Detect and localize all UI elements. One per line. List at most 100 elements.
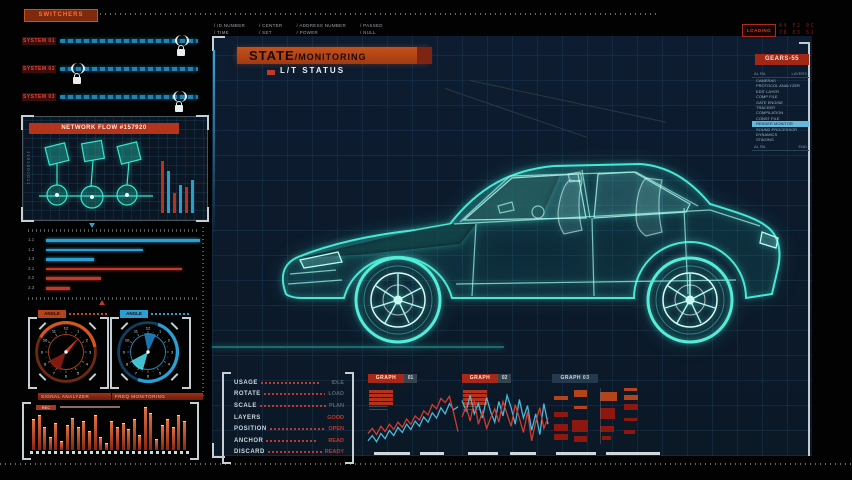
status-label: SCALE <box>234 403 257 409</box>
graph3-badge[interactable]: GRAPH 03 <box>552 374 598 383</box>
hbar-top-ruler <box>28 229 198 232</box>
hbar-row: 2.1 <box>28 265 204 274</box>
network-bar <box>161 161 164 213</box>
eq-bar <box>166 419 169 450</box>
gears-badge[interactable]: GEARS-55 <box>755 54 809 65</box>
header-title: STATE <box>249 48 295 63</box>
svg-text:12: 12 <box>64 325 68 330</box>
graph2-scrollbar[interactable] <box>468 452 498 455</box>
hbar-bottom-ruler <box>28 297 198 300</box>
graph3-title: GRAPH 03 <box>552 374 598 383</box>
meta-col: / ADDRESS NUMBER/ POWER <box>296 23 346 35</box>
status-label: USAGE <box>234 380 258 386</box>
hbar-bar <box>46 268 182 271</box>
eq-bar <box>43 427 46 450</box>
system-sliders: SYSTEM 01SYSTEM 02SYSTEM 03 <box>0 37 206 121</box>
status-leader <box>260 405 326 407</box>
graph2-number: 02 <box>498 374 511 383</box>
network-flow-bar-chart <box>161 137 203 213</box>
lock-icon[interactable] <box>73 77 81 84</box>
status-value: READY <box>325 449 344 455</box>
svg-text:7: 7 <box>135 370 137 375</box>
status-row: DISCARDREADY <box>234 447 344 459</box>
svg-text:2: 2 <box>86 337 88 342</box>
svg-text:3: 3 <box>171 349 174 354</box>
eq-bar <box>110 421 113 450</box>
status-bracket <box>345 372 354 464</box>
panel-corner-icon <box>799 42 810 44</box>
switcher-badge[interactable]: SWITCHERS <box>24 9 98 22</box>
slider-row: SYSTEM 02 <box>0 65 206 89</box>
network-bar <box>167 171 170 213</box>
graph2-title: GRAPH <box>462 374 498 383</box>
lock-icon[interactable] <box>177 49 185 56</box>
meta-row: / ID NUMBER/ TIME / CENTER/ SET / ADDRES… <box>214 23 383 35</box>
eq-bar <box>122 423 125 450</box>
graph2-badge[interactable]: GRAPH 02 <box>462 374 511 383</box>
ruler-marker-icon[interactable] <box>89 223 95 228</box>
slider-handle[interactable] <box>175 35 189 46</box>
corner-bracket-icon <box>196 115 209 130</box>
eq-bar <box>183 421 186 450</box>
hbar-row: 1.3 <box>28 255 204 264</box>
network-flow-title: NETWORK FLOW #157920 <box>29 123 179 134</box>
hbar-bar <box>46 258 94 261</box>
graph2-lines <box>462 386 548 448</box>
hbar-row: 1.1 <box>28 236 204 245</box>
eq-bar <box>144 407 147 450</box>
eq-bar <box>32 419 35 450</box>
hbar-bar <box>46 249 143 252</box>
graph1-scrollbar[interactable] <box>420 452 444 455</box>
car-xray-wireframe <box>238 72 796 370</box>
status-leader <box>266 440 318 442</box>
svg-text:4: 4 <box>86 362 89 367</box>
status-leader <box>261 382 321 384</box>
graph1-lines <box>368 386 458 448</box>
graph3-scrollbar[interactable] <box>606 452 660 455</box>
status-bracket <box>222 372 231 464</box>
graph1-scrollbar[interactable] <box>374 452 410 455</box>
graph3-block <box>574 406 587 409</box>
svg-text:1: 1 <box>159 328 162 333</box>
eq-bar <box>116 427 119 450</box>
svg-text:9: 9 <box>123 349 126 354</box>
rear-wheel <box>648 258 732 342</box>
hbar-label: 2.2 <box>28 275 34 280</box>
network-bar <box>185 187 188 213</box>
eq-tag-b: FREQ MONITORING <box>112 393 203 400</box>
graph3-divider <box>600 388 601 444</box>
status-row: ROTATELOAD <box>234 389 344 401</box>
eq-bar <box>161 425 164 450</box>
eq-bar <box>94 415 97 450</box>
eq-bar <box>77 427 80 450</box>
eq-bar <box>149 413 152 450</box>
slider-label: SYSTEM 03 <box>22 93 56 101</box>
eq-bar <box>138 435 141 450</box>
lock-icon[interactable] <box>175 105 183 112</box>
svg-text:5: 5 <box>159 370 162 375</box>
corner-bracket-icon <box>21 207 34 222</box>
status-value: OPEN <box>328 426 344 432</box>
header-subtitle: /MONITORING <box>295 50 367 62</box>
graph3-block <box>574 436 587 442</box>
graph2-scrollbar[interactable] <box>510 452 536 455</box>
eq-bar <box>38 415 41 450</box>
hbar-row: 2.2 <box>28 274 204 283</box>
status-leader <box>264 393 326 395</box>
status-row: SCALEPLAN <box>234 400 344 412</box>
status-row: USAGE IDLE <box>234 377 344 389</box>
front-wheel <box>356 258 440 342</box>
hud-dashboard: SWITCHERS SYSTEM 01SYSTEM 02SYSTEM 03 NE… <box>0 0 852 480</box>
graph1-badge[interactable]: GRAPH 01 <box>368 374 417 383</box>
ruler-marker-icon[interactable] <box>99 300 105 305</box>
hbar-meter: 1.11.21.32.12.22.3 <box>0 236 206 294</box>
svg-text:11: 11 <box>134 328 139 333</box>
loading-badge: LOADING <box>742 24 776 37</box>
status-value: IDLE <box>331 380 344 386</box>
angle-gauge-orange: 123456789101112 <box>30 316 102 388</box>
gauge-1-dots <box>69 313 109 315</box>
graph1-title: GRAPH <box>368 374 404 383</box>
network-bar <box>179 185 182 213</box>
network-flow-side-code: 1101001011 <box>26 151 31 185</box>
graph3-scrollbar[interactable] <box>556 452 596 455</box>
